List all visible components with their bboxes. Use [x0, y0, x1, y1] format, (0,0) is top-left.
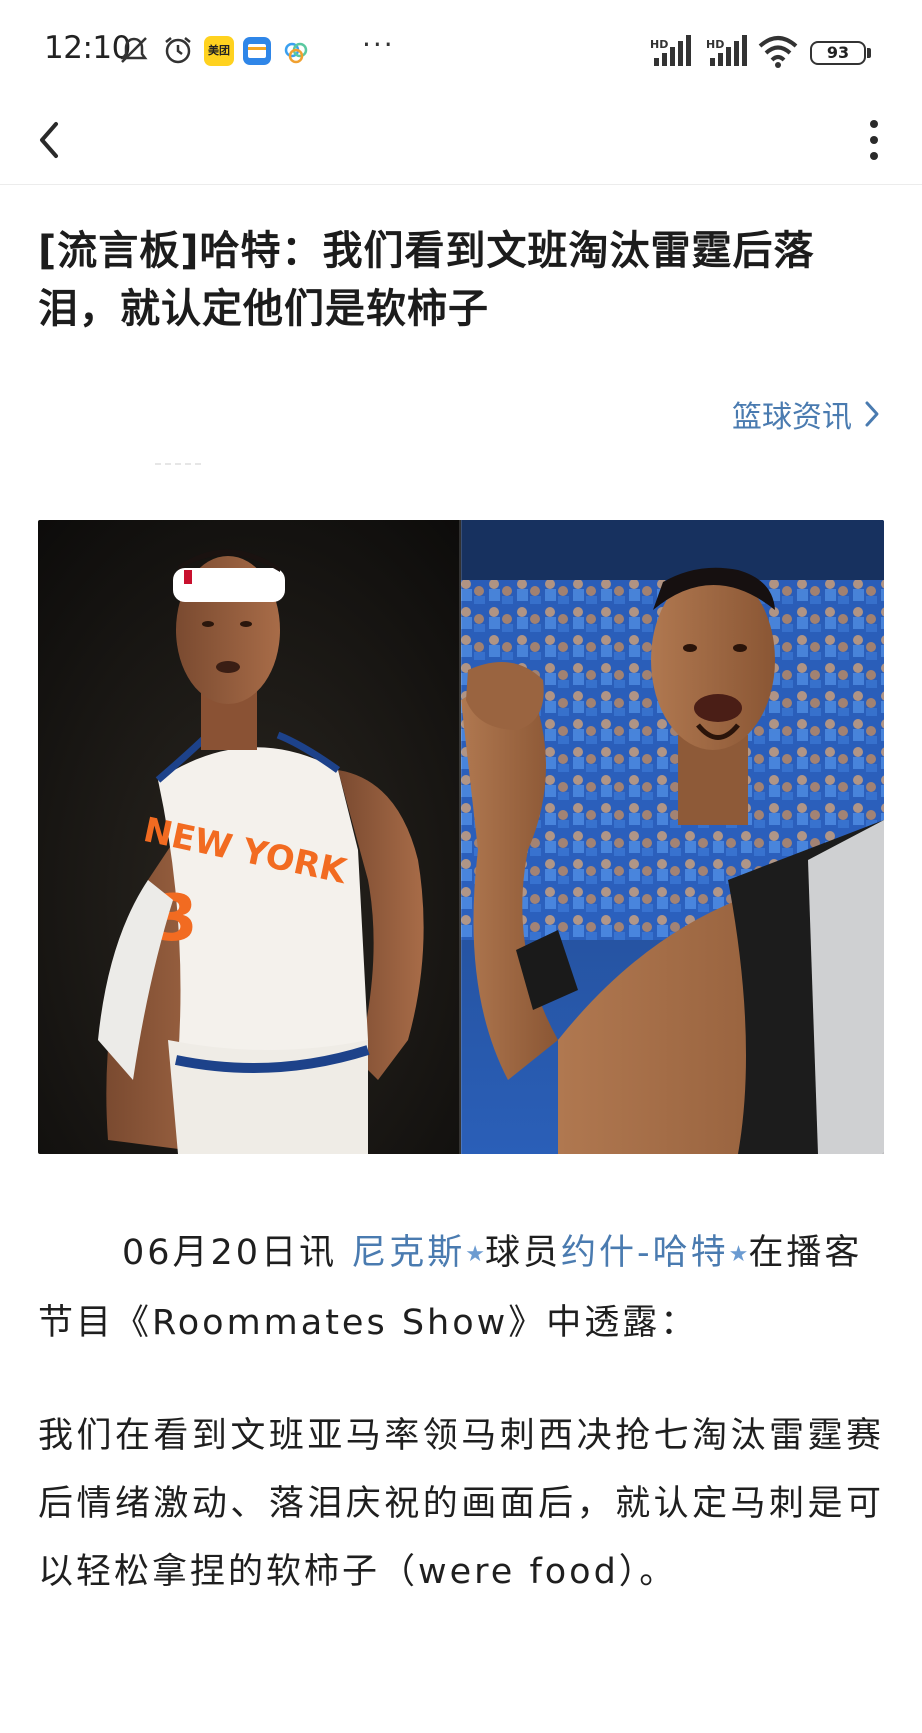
signal-icon	[710, 35, 747, 66]
battery-level: 93	[810, 41, 866, 65]
battery-tip	[867, 48, 871, 58]
category-link[interactable]: 篮球资讯	[732, 392, 882, 436]
image-loading-mark	[155, 463, 205, 465]
more-vertical-icon[interactable]	[852, 110, 896, 170]
player-link[interactable]: 约什-哈特	[561, 1233, 729, 1273]
star-icon: ★	[728, 1242, 749, 1267]
wifi-icon	[758, 36, 798, 68]
article-title: [流言板]哈特：我们看到文班淘汰雷霆后落泪，就认定他们是软柿子	[38, 228, 815, 332]
star-icon: ★	[465, 1242, 485, 1267]
mute-icon	[120, 37, 148, 63]
players-photo: NEW YORK 3	[38, 520, 884, 1154]
cloud-icon	[284, 42, 308, 64]
nav-bar	[0, 100, 922, 185]
category-label: 篮球资讯	[732, 400, 852, 435]
article-image[interactable]: NEW YORK 3	[38, 520, 884, 1154]
chevron-left-icon[interactable]	[28, 110, 88, 170]
dateline: 06月20日讯	[122, 1233, 352, 1273]
status-bar: 12:10 美团 ··· HD HD 93	[0, 0, 922, 100]
wallet-icon	[243, 37, 271, 65]
team-link[interactable]: 尼克斯	[351, 1233, 465, 1273]
chevron-right-icon	[865, 401, 879, 427]
status-more: ···	[362, 28, 395, 61]
meituan-icon: 美团	[204, 36, 234, 66]
article-paragraph-1: 06月20日讯 尼克斯★球员约什-哈特★在播客节目《Roommates Show…	[38, 1218, 884, 1358]
article-paragraph-2: 我们在看到文班亚马率领马刺西决抢七淘汰雷霆赛后情绪激动、落泪庆祝的画面后，就认定…	[38, 1416, 884, 1592]
alarm-icon	[165, 37, 191, 64]
paragraph-text: 球员	[484, 1233, 561, 1273]
signal-icon	[654, 35, 691, 66]
